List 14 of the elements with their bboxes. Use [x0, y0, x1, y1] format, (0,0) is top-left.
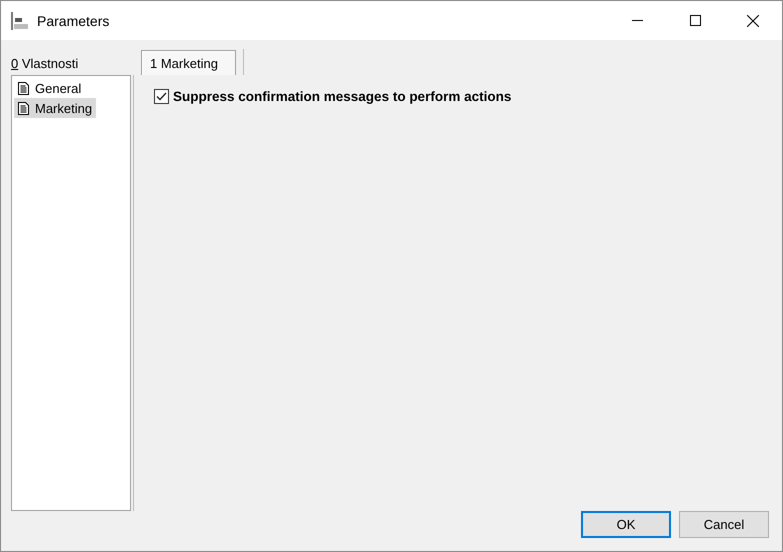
checkbox[interactable]: [154, 89, 169, 104]
document-icon: [18, 102, 29, 114]
checkbox-label: Suppress confirmation messages to perform actions: [173, 89, 512, 104]
list-item[interactable]: General: [14, 78, 86, 98]
list-item[interactable]: Marketing: [14, 98, 96, 118]
app-icon: [11, 12, 29, 30]
window-title: Parameters: [37, 12, 110, 28]
dialog-button[interactable]: OK: [581, 511, 671, 538]
close-icon[interactable]: [747, 14, 759, 26]
maximize-icon[interactable]: [690, 15, 700, 26]
tab[interactable]: 1 Marketing: [141, 50, 236, 75]
document-icon: [18, 82, 29, 94]
sidebar-label: 0 Vlastnosti: [11, 56, 80, 71]
dialog-button[interactable]: Cancel: [679, 511, 769, 538]
